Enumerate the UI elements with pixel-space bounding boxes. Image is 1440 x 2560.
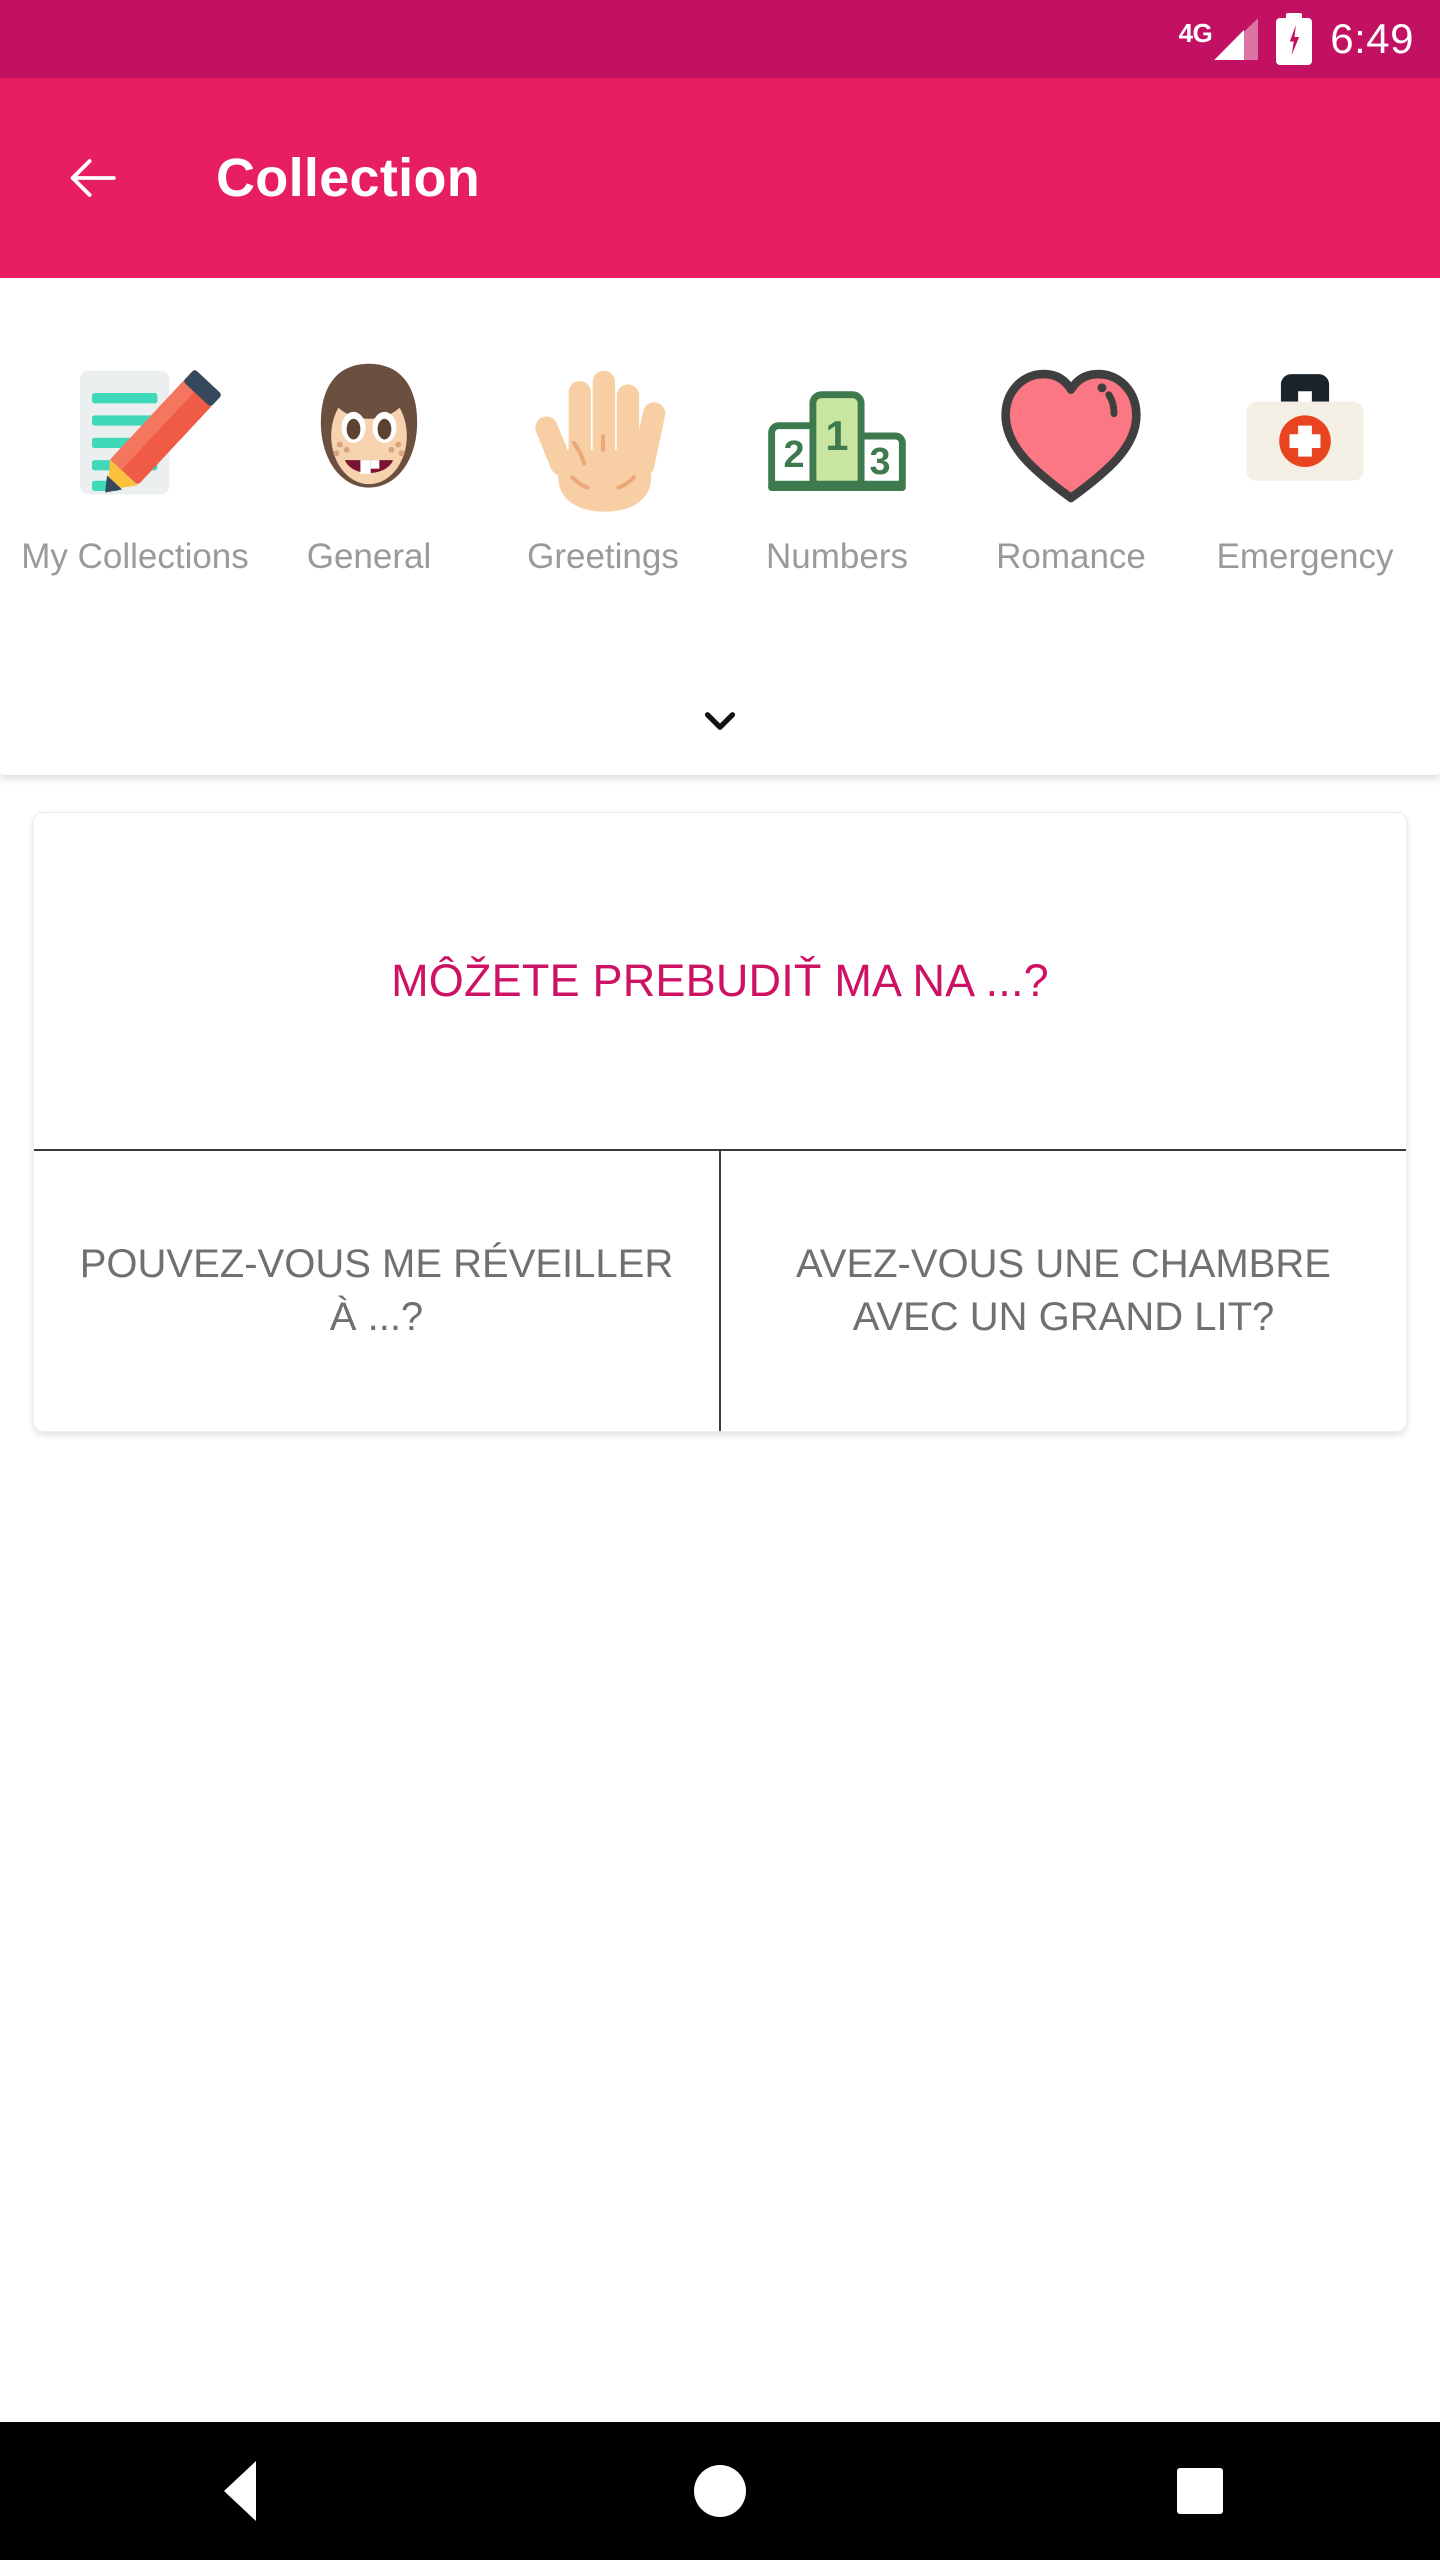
- nav-back-button[interactable]: [150, 2422, 330, 2560]
- category-list: My Collections General Greetings 2 1 3 N…: [0, 278, 1440, 671]
- network-type-label: 4G: [1178, 18, 1213, 48]
- content-empty-area: [0, 1432, 1440, 2422]
- phrase-option[interactable]: POUVEZ-VOUS ME RÉVEILLER À ...?: [34, 1151, 719, 1431]
- category-label: Numbers: [766, 537, 908, 576]
- back-arrow-icon[interactable]: [62, 148, 122, 208]
- category-item-general[interactable]: General: [252, 278, 486, 577]
- nav-home-circle-icon: [694, 2465, 746, 2517]
- nav-recents-square-icon: [1177, 2468, 1223, 2514]
- phrase-option[interactable]: AVEZ-VOUS UNE CHAMBRE AVEC UN GRAND LIT?: [719, 1151, 1406, 1431]
- nav-back-triangle-icon: [224, 2461, 256, 2521]
- open-hand-icon: [517, 350, 689, 522]
- category-label: My Collections: [21, 537, 249, 576]
- phrase-card: MÔŽETE PREBUDIŤ MA NA ...? POUVEZ-VOUS M…: [33, 812, 1407, 1432]
- signal-triangle-icon: [1214, 18, 1259, 60]
- main-phrase-row[interactable]: MÔŽETE PREBUDIŤ MA NA ...?: [34, 813, 1406, 1149]
- signal-bars-icon: 4G: [1179, 18, 1259, 60]
- app-bar: Collection: [0, 78, 1440, 278]
- podium-icon: 2 1 3: [751, 350, 923, 522]
- page-title: Collection: [216, 148, 481, 208]
- system-navigation-bar: [0, 2422, 1440, 2560]
- category-item-greetings[interactable]: Greetings: [486, 278, 720, 577]
- girl-face-icon: [283, 350, 455, 522]
- category-label: Emergency: [1216, 537, 1394, 576]
- category-item-emergency[interactable]: Emergency: [1188, 278, 1422, 577]
- memo-pencil-icon: [49, 350, 221, 522]
- phone-screen: 4G 6:49 Collection My Collections Genera…: [0, 0, 1440, 2560]
- heart-icon: [985, 350, 1157, 522]
- chevron-down-icon: [695, 696, 745, 751]
- phrase-option-text: POUVEZ-VOUS ME RÉVEILLER À ...?: [79, 1241, 674, 1339]
- expand-categories-button[interactable]: [0, 671, 1440, 775]
- category-label: General: [306, 537, 432, 576]
- battery-charging-icon: [1276, 13, 1313, 65]
- category-item-numbers[interactable]: 2 1 3 Numbers: [720, 278, 954, 577]
- svg-text:3: 3: [869, 441, 890, 483]
- category-item-my-collections[interactable]: My Collections: [18, 278, 252, 577]
- phrase-card-container: MÔŽETE PREBUDIŤ MA NA ...? POUVEZ-VOUS M…: [0, 775, 1440, 1432]
- category-panel: My Collections General Greetings 2 1 3 N…: [0, 278, 1440, 775]
- nav-recents-button[interactable]: [1110, 2422, 1290, 2560]
- svg-text:2: 2: [783, 434, 804, 476]
- svg-text:1: 1: [826, 413, 849, 459]
- nav-home-button[interactable]: [630, 2422, 810, 2560]
- phrase-option-text: AVEZ-VOUS UNE CHAMBRE AVEC UN GRAND LIT?: [796, 1241, 1331, 1339]
- category-item-romance[interactable]: Romance: [954, 278, 1188, 577]
- category-label: Romance: [996, 537, 1146, 576]
- category-label: Greetings: [527, 537, 679, 576]
- status-bar-clock: 6:49: [1330, 15, 1414, 62]
- phrase-options-row: POUVEZ-VOUS ME RÉVEILLER À ...? AVEZ-VOU…: [34, 1149, 1406, 1431]
- main-phrase-text: MÔŽETE PREBUDIŤ MA NA ...?: [391, 954, 1049, 1006]
- status-bar: 4G 6:49: [0, 0, 1440, 78]
- first-aid-kit-icon: [1219, 350, 1391, 522]
